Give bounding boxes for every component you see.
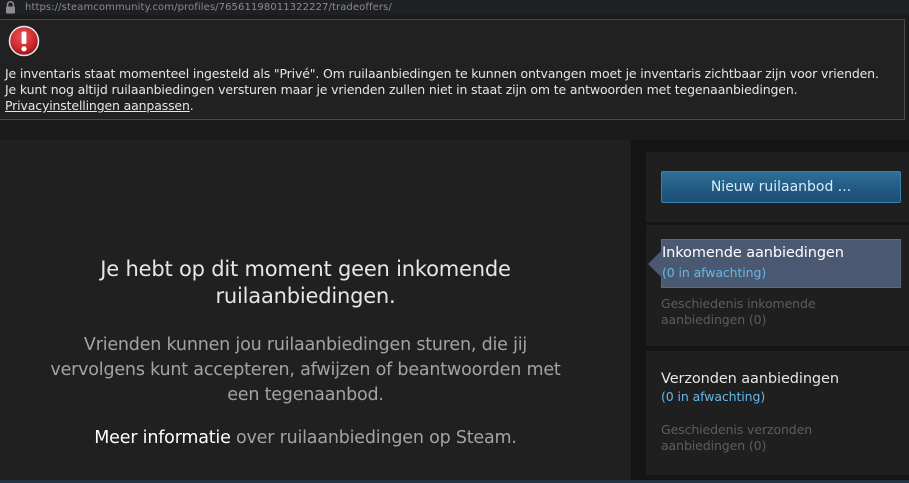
incoming-history-line-1: Geschiedenis inkomende (661, 296, 816, 311)
active-arrow (648, 250, 662, 278)
incoming-offers-label: Inkomende aanbiedingen (662, 245, 844, 261)
new-trade-offer-button[interactable]: Nieuw ruilaanbod ... (661, 171, 901, 203)
desc-line-1: Vrienden kunnen jou ruilaanbiedingen stu… (83, 335, 528, 355)
incoming-history-link[interactable]: Geschiedenis inkomende aanbiedingen (0) (661, 296, 861, 328)
warning-period: . (189, 98, 194, 113)
incoming-offers-panel: Inkomende aanbiedingen (0 in afwachting)… (646, 225, 909, 346)
sent-history-link[interactable]: Geschiedenis verzonden aanbiedingen (0) (661, 422, 861, 454)
incoming-history-line-2: aanbiedingen (0) (661, 312, 767, 327)
address-bar[interactable]: https://steamcommunity.com/profiles/7656… (0, 0, 909, 15)
new-offer-panel: Nieuw ruilaanbod ... (646, 152, 909, 222)
empty-state-description: Vrienden kunnen jou ruilaanbiedingen stu… (0, 333, 611, 408)
warning-line-3: Privacyinstellingen aanpassen. (5, 98, 900, 114)
warning-line-1: Je inventaris staat momenteel ingesteld … (5, 66, 879, 81)
private-inventory-warning: Je inventaris staat momenteel ingesteld … (0, 19, 905, 120)
trade-offers-main: Je hebt op dit moment geen inkomende rui… (0, 140, 631, 483)
sent-pending-count: (0 in afwachting) (661, 389, 766, 404)
nav-incoming-offers[interactable]: Inkomende aanbiedingen (0 in afwachting) (648, 239, 901, 288)
sent-offers-label: Verzonden aanbiedingen (661, 371, 839, 387)
empty-title-line-2: ruilaanbiedingen. (215, 284, 396, 308)
desc-line-2: vervolgens kunt accepteren, afwijzen of … (50, 360, 561, 380)
trade-offers-sidebar: Nieuw ruilaanbod ... Inkomende aanbiedin… (637, 140, 909, 483)
sent-offers-panel: Verzonden aanbiedingen (0 in afwachting)… (646, 351, 909, 475)
alert-icon (8, 25, 40, 57)
warning-line-2: Je kunt nog altijd ruilaanbiedingen vers… (5, 82, 798, 97)
lock-icon (4, 0, 18, 15)
more-info-rest: over ruilaanbiedingen op Steam. (230, 428, 517, 448)
url-text[interactable]: https://steamcommunity.com/profiles/7656… (25, 0, 392, 15)
privacy-settings-link[interactable]: Privacyinstellingen aanpassen (5, 98, 190, 113)
empty-state-title: Je hebt op dit moment geen inkomende rui… (0, 256, 611, 310)
nav-sent-offers[interactable]: Verzonden aanbiedingen (0 in afwachting) (661, 371, 901, 405)
more-info-link[interactable]: Meer informatie (94, 428, 231, 448)
desc-line-3: een tegenaanbod. (227, 385, 384, 405)
more-info-text: Meer informatie over ruilaanbiedingen op… (0, 426, 611, 450)
sent-history-line-2: aanbiedingen (0) (661, 438, 767, 453)
sent-history-line-1: Geschiedenis verzonden (661, 422, 813, 437)
warning-message: Je inventaris staat momenteel ingesteld … (5, 66, 900, 114)
incoming-pending-count: (0 in afwachting) (662, 265, 767, 280)
empty-title-line-1: Je hebt op dit moment geen inkomende (100, 257, 511, 281)
